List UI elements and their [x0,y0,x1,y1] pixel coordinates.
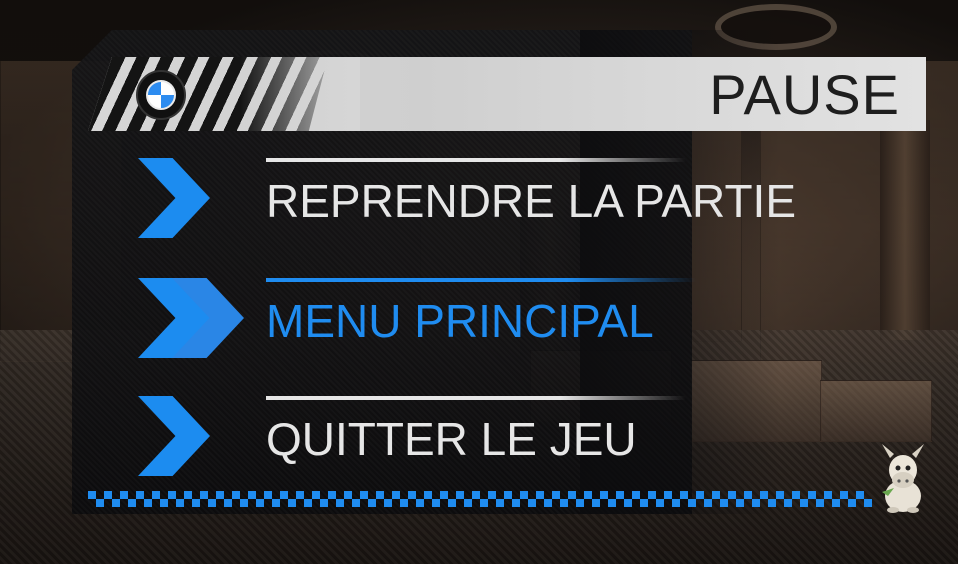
menu-item-divider [266,396,686,400]
menu-item-divider-selected [266,278,696,282]
menu-item-divider [266,158,686,162]
chevron-right-icon [138,158,210,238]
checkered-footer-strip [88,491,872,499]
background-pillar [880,120,930,340]
chevron-right-icon [138,396,210,476]
menu-item-label: QUITTER LE JEU [266,413,637,465]
menu-item-quit[interactable]: QUITTER LE JEU [130,388,850,498]
menu-item-main-menu[interactable]: MENU PRINCIPAL [130,270,850,380]
menu-item-label: MENU PRINCIPAL [266,295,654,347]
header-stripes-fade [240,57,360,131]
donkey-mascot-icon [882,444,924,513]
menu-item-label: REPRENDRE LA PARTIE [266,175,797,227]
roundel-logo-quadrants [146,80,176,110]
page-title: PAUSE [709,63,900,126]
roundel-logo-icon [136,70,186,120]
menu-item-resume[interactable]: REPRENDRE LA PARTIE [130,150,850,260]
checkered-footer-strip-row2 [96,499,880,507]
